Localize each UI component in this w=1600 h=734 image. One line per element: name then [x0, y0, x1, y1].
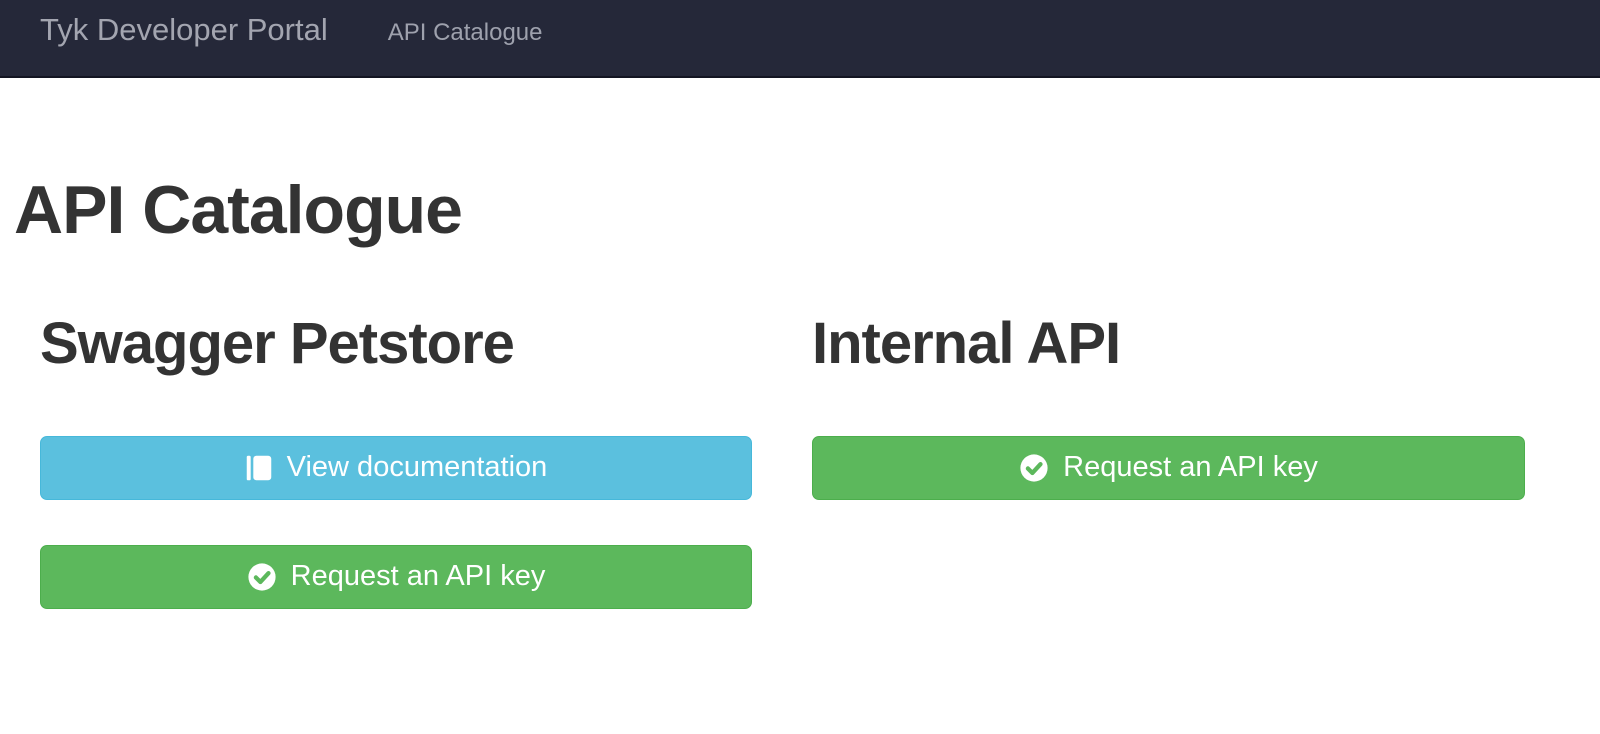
top-navbar: Tyk Developer Portal API Catalogue	[0, 0, 1600, 78]
view-documentation-button[interactable]: View documentation	[40, 436, 752, 500]
request-api-key-label: Request an API key	[291, 560, 546, 593]
api-card-title: Internal API	[812, 312, 1525, 376]
api-card-internal-api: Internal API Request an API key	[812, 312, 1525, 609]
request-api-key-button[interactable]: Request an API key	[812, 436, 1525, 500]
view-documentation-label: View documentation	[287, 451, 548, 484]
page-title: API Catalogue	[14, 173, 1600, 248]
nav-item-api-catalogue[interactable]: API Catalogue	[388, 13, 543, 53]
api-card-swagger-petstore: Swagger Petstore View documentation	[40, 312, 752, 609]
check-circle-icon	[1019, 453, 1049, 483]
book-icon	[245, 453, 273, 483]
request-api-key-button[interactable]: Request an API key	[40, 545, 752, 609]
request-api-key-label: Request an API key	[1063, 451, 1318, 484]
navbar-brand-link[interactable]: Tyk Developer Portal	[40, 10, 328, 50]
api-catalogue-row: Swagger Petstore View documentation	[40, 312, 1600, 609]
check-circle-icon	[247, 562, 277, 592]
api-card-title: Swagger Petstore	[40, 312, 752, 376]
main-content: API Catalogue Swagger Petstore View docu…	[0, 173, 1600, 609]
